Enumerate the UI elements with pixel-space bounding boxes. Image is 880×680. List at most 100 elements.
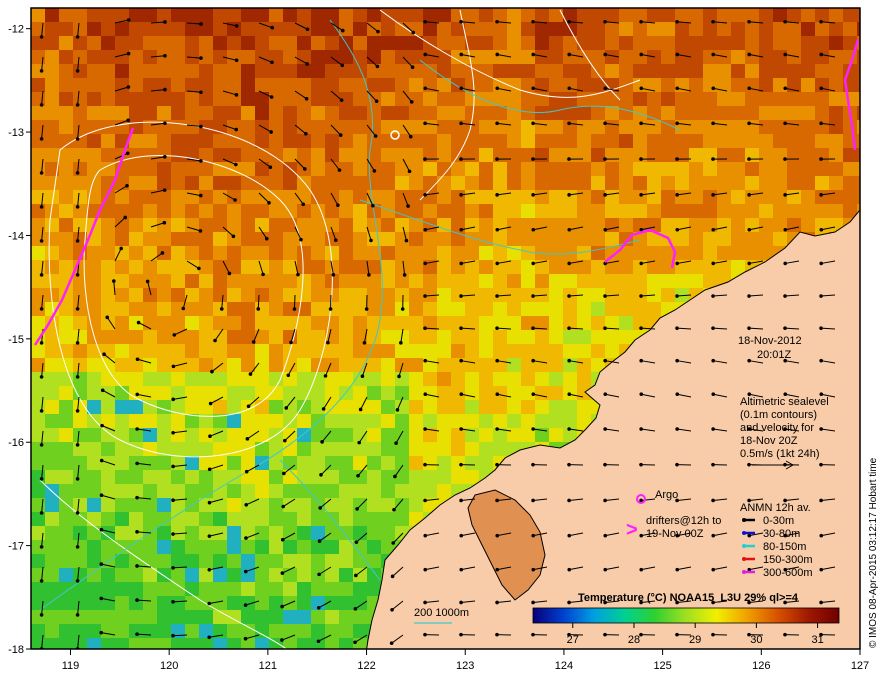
- sst-cell: [213, 22, 228, 37]
- sst-cell: [703, 134, 718, 149]
- sst-cell: [269, 554, 284, 569]
- sst-cell: [283, 246, 298, 261]
- sst-cell: [129, 624, 144, 639]
- sst-cell: [381, 372, 396, 387]
- sst-cell: [73, 78, 88, 93]
- sst-cell: [437, 302, 452, 317]
- sst-cell: [549, 316, 564, 331]
- sst-cell: [493, 106, 508, 121]
- sst-cell: [311, 92, 326, 107]
- sst-cell: [591, 50, 606, 65]
- sst-cell: [171, 610, 186, 625]
- sst-cell: [143, 134, 158, 149]
- sst-cell: [311, 190, 326, 205]
- sst-cell: [633, 176, 648, 191]
- sst-cell: [661, 204, 676, 219]
- sst-cell: [45, 50, 60, 65]
- sst-cell: [563, 344, 578, 359]
- sst-cell: [157, 498, 172, 513]
- sst-cell: [115, 260, 130, 275]
- sst-cell: [703, 148, 718, 163]
- sst-cell: [143, 36, 158, 51]
- sst-cell: [633, 302, 648, 317]
- sst-cell: [31, 484, 46, 499]
- sst-cell: [115, 64, 130, 79]
- sst-cell: [507, 204, 522, 219]
- sst-cell: [409, 218, 424, 233]
- sst-cell: [367, 442, 382, 457]
- sst-cell: [73, 64, 88, 79]
- sst-cell: [479, 176, 494, 191]
- sst-cell: [773, 50, 788, 65]
- sst-cell: [493, 120, 508, 135]
- sst-cell: [143, 596, 158, 611]
- anmn-legend-label: 300-600m: [763, 567, 813, 579]
- sst-cell: [325, 64, 340, 79]
- sst-cell: [563, 50, 578, 65]
- sst-cell: [297, 36, 312, 51]
- sst-cell: [507, 134, 522, 149]
- sst-cell: [269, 36, 284, 51]
- sst-cell: [87, 540, 102, 555]
- sst-cell: [199, 246, 214, 261]
- sst-cell: [115, 344, 130, 359]
- sst-cell: [703, 176, 718, 191]
- sst-cell: [815, 134, 830, 149]
- anmn-legend-title: ANMN 12h av.: [740, 502, 811, 514]
- drifters-legend-line: 19-Nov 00Z: [646, 528, 704, 540]
- sst-cell: [31, 274, 46, 289]
- sst-cell: [283, 386, 298, 401]
- sst-cell: [73, 36, 88, 51]
- sst-cell: [479, 456, 494, 471]
- sst-cell: [255, 64, 270, 79]
- sst-cell: [73, 470, 88, 485]
- sst-cell: [31, 232, 46, 247]
- sst-cell: [297, 442, 312, 457]
- sst-cell: [577, 134, 592, 149]
- sst-cell: [745, 232, 760, 247]
- sst-cell: [325, 372, 340, 387]
- sst-cell: [227, 106, 242, 121]
- sst-cell: [45, 22, 60, 37]
- sst-cell: [325, 50, 340, 65]
- sst-cell: [101, 92, 116, 107]
- sst-cell: [129, 638, 144, 649]
- sst-cell: [577, 372, 592, 387]
- sst-cell: [283, 64, 298, 79]
- sst-cell: [353, 610, 368, 625]
- sst-cell: [311, 78, 326, 93]
- sst-cell: [829, 120, 844, 135]
- sst-cell: [45, 246, 60, 261]
- sst-cell: [745, 134, 760, 149]
- sst-cell: [311, 50, 326, 65]
- sst-cell: [423, 484, 438, 499]
- sst-cell: [45, 568, 60, 583]
- sst-cell: [353, 232, 368, 247]
- sst-cell: [577, 22, 592, 37]
- sst-cell: [339, 610, 354, 625]
- sst-cell: [143, 484, 158, 499]
- sst-cell: [283, 274, 298, 289]
- sst-cell: [101, 498, 116, 513]
- sst-cell: [339, 288, 354, 303]
- sst-cell: [227, 568, 242, 583]
- sst-cell: [395, 400, 410, 415]
- sst-cell: [353, 470, 368, 485]
- sst-cell: [437, 176, 452, 191]
- sst-cell: [759, 162, 774, 177]
- sst-cell: [59, 50, 74, 65]
- sst-cell: [521, 134, 536, 149]
- sst-cell: [493, 134, 508, 149]
- sst-cell: [437, 148, 452, 163]
- sst-cell: [549, 190, 564, 205]
- sst-cell: [185, 316, 200, 331]
- sst-cell: [185, 302, 200, 317]
- sst-cell: [787, 176, 802, 191]
- sst-cell: [353, 78, 368, 93]
- sst-cell: [367, 218, 382, 233]
- sst-cell: [311, 554, 326, 569]
- sst-cell: [157, 624, 172, 639]
- sst-cell: [507, 190, 522, 205]
- sst-cell: [311, 624, 326, 639]
- sst-cell: [689, 64, 704, 79]
